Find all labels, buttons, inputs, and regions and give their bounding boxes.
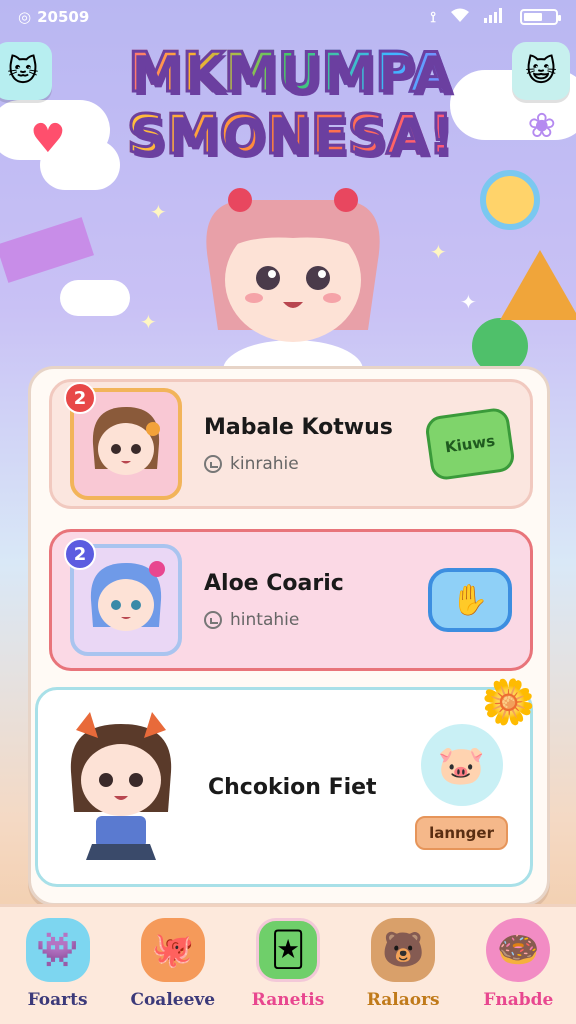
character-list: 2 Mabale Kotwus kinrahie Kiuws 2 Aloe Co… [28,366,550,906]
character-subtitle: hintahie [204,610,428,630]
bear-icon: 🐻 [371,918,436,982]
nav-label: Foarts [27,990,88,1010]
orb-decoration [480,170,540,230]
battery-icon [520,9,561,25]
cloud-decoration [60,280,130,316]
sparkle-icon: ✦ [140,310,157,334]
character-info: Aloe Coaric hintahie [204,571,428,630]
avatar-portrait [92,407,160,475]
character-name: Aloe Coaric [204,570,344,596]
blob-monster-icon: 👾 [25,918,90,982]
banner-decoration [0,217,94,283]
status-time: 20509 [37,8,90,26]
avatar-portrait [70,712,172,860]
heart-icon: ♥ [30,116,66,162]
character-avatar: 2 [64,538,182,656]
character-name: Mabale Kotwus [204,414,393,440]
sparkle-icon: ✦ [150,200,167,224]
sparkle-icon: ✦ [460,290,477,314]
subtitle-text: kinrahie [230,453,299,474]
character-card[interactable]: 🌼 Chcokion Fiet 🐷 lannger [35,677,536,887]
hand-icon: ✋ [451,582,489,618]
game-title: MKMUMPA SMONESA! [90,44,490,163]
nav-item-fnabde[interactable]: 🍩 Fnabde [463,918,573,1010]
donut-icon: 🍩 [486,918,551,982]
nav-item-ranetis[interactable]: 🃏 Ranetis [233,900,343,1024]
character-card[interactable]: 2 Aloe Coaric hintahie ✋ [49,529,533,671]
nav-label: Ralaors [366,990,440,1010]
app-indicator-icon: ◎ [18,8,32,26]
kiss-button-label: Kiuws [443,431,497,457]
status-bar: ◎ 20509 ⟟ [0,0,576,34]
status-right: ⟟ [430,7,561,27]
nav-label: Coaleeve [130,990,216,1010]
nav-item-ralaors[interactable]: 🐻 Ralaors [348,918,458,1010]
pig-icon: 🐷 [420,724,503,806]
character-info: Chcokion Fiet [208,775,415,800]
character-card[interactable]: 2 Mabale Kotwus kinrahie Kiuws [49,379,533,509]
card-side: 🐷 lannger [415,724,508,850]
happy-face-button[interactable]: 😺 [512,42,570,100]
rank-badge: 2 [64,538,96,570]
check-icon [204,610,222,629]
rank-badge: 2 [64,382,96,414]
happy-face-icon: 😺 [525,53,557,89]
lannger-button[interactable]: lannger [415,816,508,850]
character-info: Mabale Kotwus kinrahie [204,415,428,474]
kiss-button[interactable]: Kiuws [423,406,517,482]
battery-level [524,13,542,21]
bottom-nav: 👾 Foarts 🐙 Coaleeve 🃏 Ranetis 🐻 Ralaors … [0,900,576,1024]
nav-label: Ranetis [251,990,325,1010]
green-card-icon: 🃏 [255,918,320,982]
nav-label: Fnabde [483,990,554,1010]
status-left: ◎ 20509 [18,8,89,26]
wave-button[interactable]: ✋ [428,568,512,632]
cat-shield-icon: 🐱 [7,53,39,89]
character-name: Chcokion Fiet [208,774,377,800]
character-subtitle: kinrahie [204,454,428,474]
title-line-2: SMONESA! [90,106,490,163]
flower-icon: ❀ [527,106,557,146]
flower-badge-icon: 🌼 [481,677,536,728]
check-icon [204,454,222,473]
orange-monster-icon: 🐙 [140,918,205,982]
wifi-icon [450,7,470,27]
tent-decoration [500,250,576,320]
sparkle-icon: ✦ [430,240,447,264]
title-line-1: MKMUMPA [90,44,490,101]
character-avatar: 2 [64,382,182,500]
signal-icon [484,7,506,27]
vibrate-icon: ⟟ [430,8,436,26]
subtitle-text: hintahie [230,609,300,630]
mascot-character [206,188,380,380]
profile-button[interactable]: 🐱 [0,42,52,100]
avatar-portrait [90,561,165,631]
nav-item-coaleeve[interactable]: 🐙 Coaleeve [118,918,228,1010]
character-avatar [56,712,186,862]
nav-item-foarts[interactable]: 👾 Foarts [3,918,113,1010]
